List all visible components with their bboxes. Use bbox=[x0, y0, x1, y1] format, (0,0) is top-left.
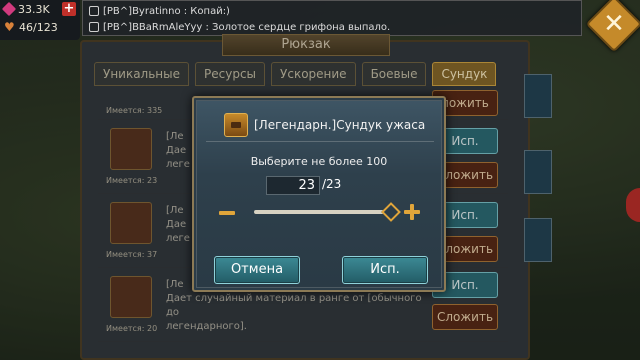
chest-icon bbox=[224, 113, 248, 137]
increase-button[interactable] bbox=[402, 202, 422, 222]
quantity-input[interactable]: 23 bbox=[266, 176, 320, 195]
gems-value: 33.3K bbox=[18, 2, 50, 16]
gem-icon bbox=[1, 1, 17, 17]
chat-line: [PB^]BBaRmAleYyy : Золотое сердце грифон… bbox=[89, 19, 575, 35]
stamina-row: ♥ 46/123 bbox=[0, 18, 80, 36]
quantity-max: /23 bbox=[322, 177, 342, 191]
tab-speedup[interactable]: Ускорение bbox=[271, 62, 356, 86]
add-gems-button[interactable]: + bbox=[62, 2, 76, 16]
chat-line: [PB^]Byratinno : Копай:) bbox=[89, 3, 575, 19]
tab-unique[interactable]: Уникальные bbox=[94, 62, 190, 86]
dialog-prompt: Выберите не более 100 bbox=[250, 155, 388, 168]
tab-resources[interactable]: Ресурсы bbox=[195, 62, 266, 86]
item-count: Имеется: 335 bbox=[106, 106, 163, 115]
item-count: Имеется: 20 bbox=[106, 324, 158, 333]
item-count: Имеется: 37 bbox=[106, 250, 158, 259]
dialog-divider bbox=[206, 141, 434, 142]
panel-title: Рюкзак bbox=[222, 34, 390, 56]
stack-button[interactable]: Сложить bbox=[432, 304, 498, 330]
cancel-button[interactable]: Отмена bbox=[214, 256, 300, 284]
chat-icon bbox=[89, 22, 99, 32]
tab-combat[interactable]: Боевые bbox=[361, 62, 427, 86]
close-icon[interactable]: ✕ bbox=[602, 6, 626, 42]
item-desc-line: Дает случайный материал в ранге от [обыч… bbox=[166, 293, 422, 318]
quantity-slider[interactable] bbox=[254, 210, 390, 214]
chat-bar[interactable]: [PB^]Byratinno : Копай:) [PB^]BBaRmAleYy… bbox=[82, 0, 582, 36]
heart-icon: ♥ bbox=[4, 20, 15, 34]
chat-icon bbox=[89, 6, 99, 16]
side-flag-gem[interactable] bbox=[524, 150, 552, 194]
item-desc-line: легендарного]. bbox=[166, 321, 247, 332]
chat-text: [PB^]Byratinno : Копай:) bbox=[103, 5, 230, 17]
dialog-title: [Легендарн.]Сундук ужаса bbox=[254, 118, 426, 132]
chest-item-icon bbox=[110, 128, 152, 170]
stamina-value: 46/123 bbox=[19, 20, 58, 34]
decrease-button[interactable] bbox=[218, 204, 236, 222]
item-count: Имеется: 23 bbox=[106, 176, 158, 185]
dialog-header: [Легендарн.]Сундук ужаса bbox=[224, 112, 425, 138]
chat-text: [PB^]BBaRmAleYyy : Золотое сердце грифон… bbox=[103, 21, 391, 33]
side-flag-banner[interactable] bbox=[524, 74, 552, 118]
tab-chest[interactable]: Сундук bbox=[432, 62, 497, 86]
chest-item-icon bbox=[110, 276, 152, 318]
tab-bar: Уникальные Ресурсы Ускорение Боевые Сунд… bbox=[94, 62, 497, 86]
side-flag-shield[interactable] bbox=[524, 218, 552, 262]
use-button[interactable]: Исп. bbox=[342, 256, 428, 284]
chest-item-icon bbox=[110, 202, 152, 244]
